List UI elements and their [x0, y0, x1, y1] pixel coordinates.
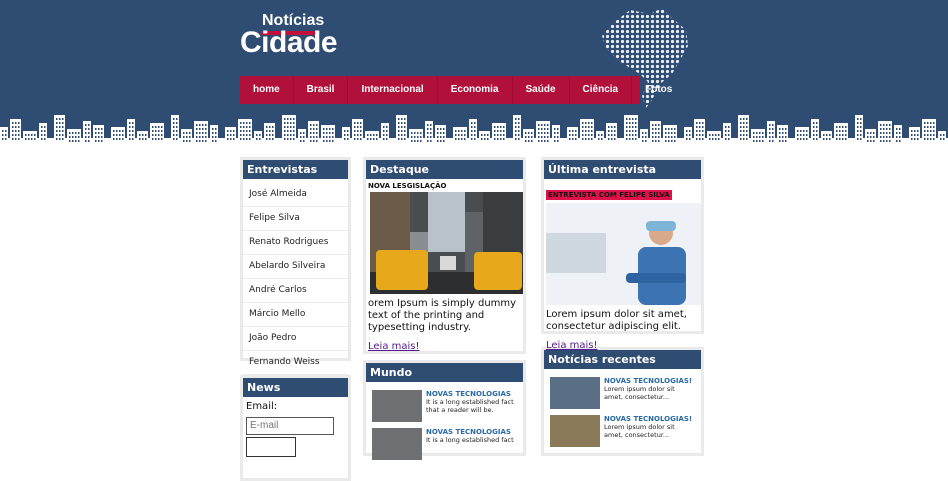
mundo-item-title: NOVAS TECNOLOGIAS	[426, 428, 511, 436]
destaque-box: Destaque NOVA LESGISLAÇÃO orem Ipsum is …	[363, 157, 526, 354]
right-column: Última entrevista ENTREVISTA COM FELIPE …	[541, 157, 704, 456]
nav-economia[interactable]: Economia	[438, 76, 513, 104]
entrevistas-box: Entrevistas José Almeida Felipe Silva Re…	[240, 157, 351, 375]
entrevista-item[interactable]: André Carlos	[243, 279, 348, 303]
destaque-image[interactable]	[370, 192, 523, 294]
email-input[interactable]	[246, 416, 334, 435]
nav-fotos[interactable]: Fotos	[632, 76, 685, 104]
nav-internacional[interactable]: Internacional	[348, 76, 438, 104]
entrevista-item[interactable]: Renato Rodrigues	[243, 231, 348, 255]
entrevista-item[interactable]: José Almeida	[243, 183, 348, 207]
city-skyline-icon	[0, 115, 948, 145]
main-content: Entrevistas José Almeida Felipe Silva Re…	[0, 145, 948, 481]
entrevistas-title: Entrevistas	[243, 160, 348, 179]
entrevista-item[interactable]: Fernando Weiss	[243, 351, 348, 375]
recentes-item-text: Lorem ipsum dolor sit amet, consectetur.…	[604, 423, 675, 439]
left-column: Entrevistas José Almeida Felipe Silva Re…	[240, 157, 351, 481]
ultima-label: ENTREVISTA COM FELIPE SILVA	[546, 190, 672, 200]
mundo-item-text: It is a long established fact that a rea…	[426, 398, 514, 414]
recentes-item-title: NOVAS TECNOLOGIAS!	[604, 377, 693, 385]
recentes-thumbnail	[550, 415, 600, 447]
nav-saude[interactable]: Saúde	[513, 76, 570, 104]
submit-button[interactable]	[246, 436, 296, 457]
nav-ciencia[interactable]: Ciência	[570, 76, 633, 104]
ultima-image[interactable]	[546, 203, 701, 305]
ultima-box: Última entrevista ENTREVISTA COM FELIPE …	[541, 157, 704, 351]
nav-home[interactable]: home	[240, 76, 294, 104]
news-title: News	[243, 378, 348, 397]
recentes-item-title: NOVAS TECNOLOGIAS!	[604, 415, 693, 423]
email-label: Email:	[246, 401, 278, 412]
destaque-label: NOVA LESGISLAÇÃO	[368, 182, 447, 190]
recentes-item[interactable]: NOVAS TECNOLOGIAS! Lorem ipsum dolor sit…	[550, 377, 695, 409]
ultima-text: Lorem ipsum dolor sit amet, consectetur …	[546, 309, 687, 332]
logo-big-text: Cidade	[240, 26, 338, 59]
recentes-title: Notícias recentes	[544, 350, 701, 369]
header: Notícias Cidade home Brasil Internaciona…	[0, 0, 948, 145]
main-nav: home Brasil Internacional Economia Saúde…	[240, 76, 672, 104]
news-box: News Email:	[240, 375, 351, 481]
mundo-item[interactable]: NOVAS TECNOLOGIAS It is a long establish…	[372, 428, 517, 460]
recentes-thumbnail	[550, 377, 600, 409]
mundo-item[interactable]: NOVAS TECNOLOGIAS It is a long establish…	[372, 390, 517, 422]
mundo-title: Mundo	[366, 363, 523, 382]
middle-column: Destaque NOVA LESGISLAÇÃO orem Ipsum is …	[363, 157, 526, 460]
recentes-item[interactable]: NOVAS TECNOLOGIAS! Lorem ipsum dolor sit…	[550, 415, 695, 447]
ultima-title: Última entrevista	[544, 160, 701, 179]
recentes-box: Notícias recentes NOVAS TECNOLOGIAS! Lor…	[541, 347, 704, 456]
mundo-item-text: It is a long established fact	[426, 436, 514, 444]
recentes-item-text: Lorem ipsum dolor sit amet, consectetur.…	[604, 385, 675, 401]
mundo-thumbnail	[372, 428, 422, 460]
mundo-box: Mundo NOVAS TECNOLOGIAS It is a long est…	[363, 360, 526, 460]
mundo-thumbnail	[372, 390, 422, 422]
nav-brasil[interactable]: Brasil	[294, 76, 349, 104]
entrevista-item[interactable]: Felipe Silva	[243, 207, 348, 231]
destaque-title: Destaque	[366, 160, 523, 179]
destaque-read-more-link[interactable]: Leia mais!	[368, 341, 420, 352]
entrevista-item[interactable]: Abelardo Silveira	[243, 255, 348, 279]
entrevista-item[interactable]: Márcio Mello	[243, 303, 348, 327]
mundo-item-title: NOVAS TECNOLOGIAS	[426, 390, 511, 398]
entrevista-item[interactable]: João Pedro	[243, 327, 348, 351]
destaque-text: orem Ipsum is simply dummy text of the p…	[368, 298, 517, 333]
